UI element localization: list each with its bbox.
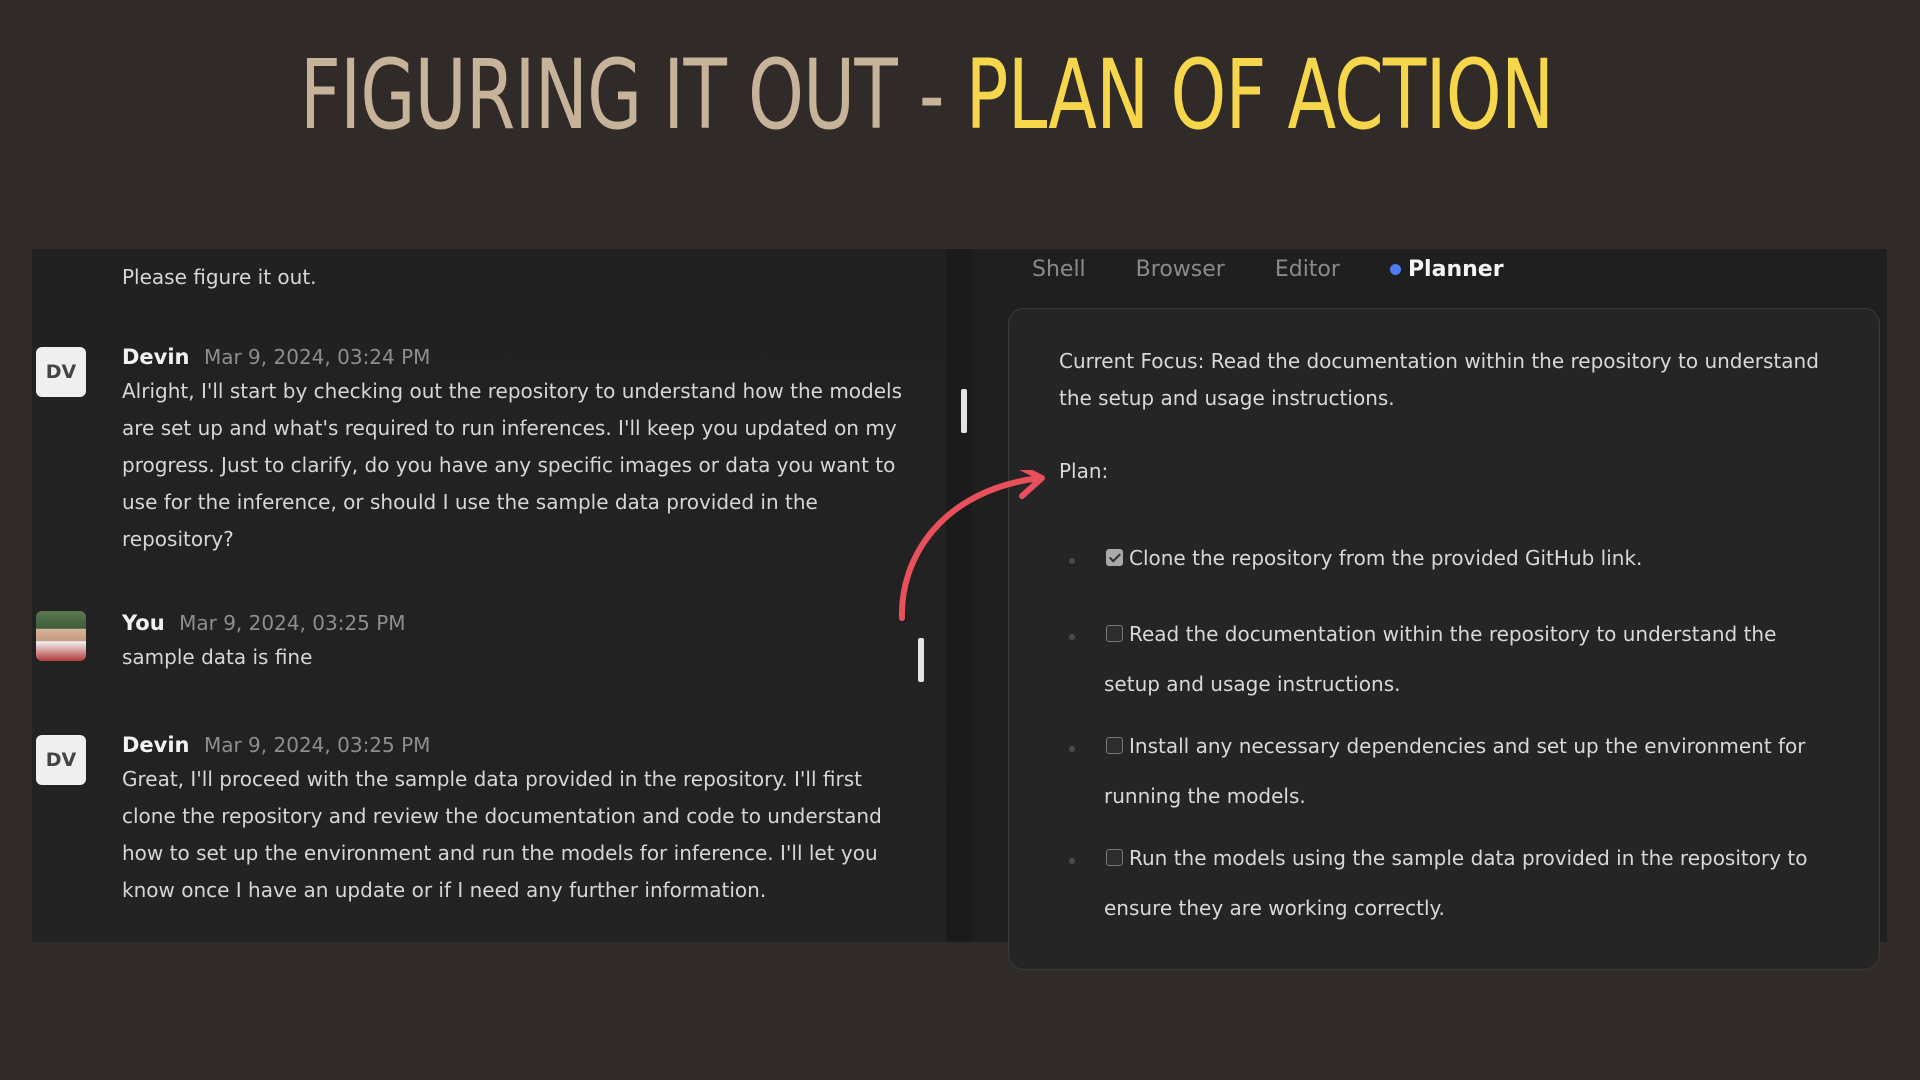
plan-item: Read the documentation within the reposi… (1069, 617, 1849, 709)
message-body: sample data is fine (122, 639, 922, 676)
curved-arrow-icon (898, 470, 1045, 621)
author-name: Devin (122, 345, 190, 369)
tab-editor[interactable]: Editor (1275, 257, 1340, 282)
plan-line: setup and usage instructions. (1104, 672, 1401, 696)
focus-line: the setup and usage instructions. (1059, 386, 1395, 410)
message-line: clone the repository and review the docu… (122, 804, 882, 828)
plan-line: Install any necessary dependencies and s… (1129, 734, 1806, 758)
current-focus: Current Focus: Read the documentation wi… (1059, 343, 1859, 417)
active-dot-icon (1389, 263, 1401, 275)
plan-line: Read the documentation within the reposi… (1129, 622, 1777, 646)
avatar (36, 611, 86, 661)
bullet-icon (1069, 634, 1075, 640)
plan-item: Install any necessary dependencies and s… (1069, 729, 1849, 821)
message-line: use for the inference, or should I use t… (122, 490, 818, 514)
plan-label: Plan: (1059, 459, 1109, 483)
plan-item-text: Run the models using the sample data pro… (1069, 833, 1849, 933)
message-line: progress. Just to clarify, do you have a… (122, 453, 896, 477)
plan-line: running the models. (1104, 784, 1306, 808)
tab-shell[interactable]: Shell (1032, 257, 1086, 282)
avatar: DV (36, 347, 86, 397)
title-part-a: FIGURING IT OUT - (300, 39, 966, 151)
focus-line: Current Focus: Read the documentation wi… (1059, 349, 1819, 373)
plan-item-text: Read the documentation within the reposi… (1069, 609, 1849, 709)
resize-handle[interactable] (961, 389, 967, 433)
title-part-b: PLAN OF ACTION (965, 39, 1554, 151)
timestamp: Mar 9, 2024, 03:24 PM (203, 345, 431, 369)
tab-planner[interactable]: Planner (1389, 256, 1504, 282)
timestamp: Mar 9, 2024, 03:25 PM (179, 611, 406, 635)
message-header: Devin Mar 9, 2024, 03:24 PM (122, 345, 430, 369)
plan-item: Clone the repository from the provided G… (1069, 541, 1849, 583)
checkbox[interactable] (1106, 849, 1123, 866)
timestamp: Mar 9, 2024, 03:25 PM (203, 733, 431, 757)
plan-line: Run the models using the sample data pro… (1129, 846, 1808, 870)
chat-scroll-handle[interactable] (918, 638, 924, 682)
slide-title: FIGURING IT OUT - PLAN OF ACTION (300, 38, 1554, 153)
checkbox[interactable] (1106, 625, 1123, 642)
message-line: know once I have an update or if I need … (122, 878, 767, 902)
checkbox-checked[interactable] (1106, 549, 1123, 566)
message-body: Alright, I'll start by checking out the … (122, 373, 922, 558)
message-header: Devin Mar 9, 2024, 03:25 PM (122, 733, 430, 757)
bullet-icon (1069, 858, 1075, 864)
plan-item-text: Clone the repository from the provided G… (1069, 533, 1849, 583)
plan-item: Run the models using the sample data pro… (1069, 841, 1849, 933)
workspace-tabs: Shell Browser Editor Planner (1032, 249, 1554, 289)
avatar: DV (36, 735, 86, 785)
message-body: Great, I'll proceed with the sample data… (122, 761, 922, 909)
bullet-icon (1069, 746, 1075, 752)
tab-browser[interactable]: Browser (1136, 257, 1225, 282)
author-name: Devin (122, 733, 190, 757)
message-line: Alright, I'll start by checking out the … (122, 379, 903, 403)
author-name: You (122, 611, 165, 635)
plan-item-text: Install any necessary dependencies and s… (1069, 721, 1849, 821)
checkbox[interactable] (1106, 737, 1123, 754)
tab-planner-label: Planner (1407, 256, 1504, 282)
message-line: repository? (122, 527, 234, 551)
bullet-icon (1069, 558, 1075, 564)
message-line: are set up and what's required to run in… (122, 416, 897, 440)
message-line: sample data is fine (122, 645, 313, 669)
planner-card: Current Focus: Read the documentation wi… (1008, 308, 1880, 970)
message-line: Great, I'll proceed with the sample data… (122, 767, 862, 791)
plan-line: Clone the repository from the provided G… (1129, 546, 1643, 570)
previous-message-text: Please figure it out. (122, 265, 317, 289)
chat-pane: Please figure it out. DV Devin Mar 9, 20… (32, 249, 946, 942)
message-line: how to set up the environment and run th… (122, 841, 878, 865)
message-header: You Mar 9, 2024, 03:25 PM (122, 611, 406, 635)
plan-line: ensure they are working correctly. (1104, 896, 1445, 920)
